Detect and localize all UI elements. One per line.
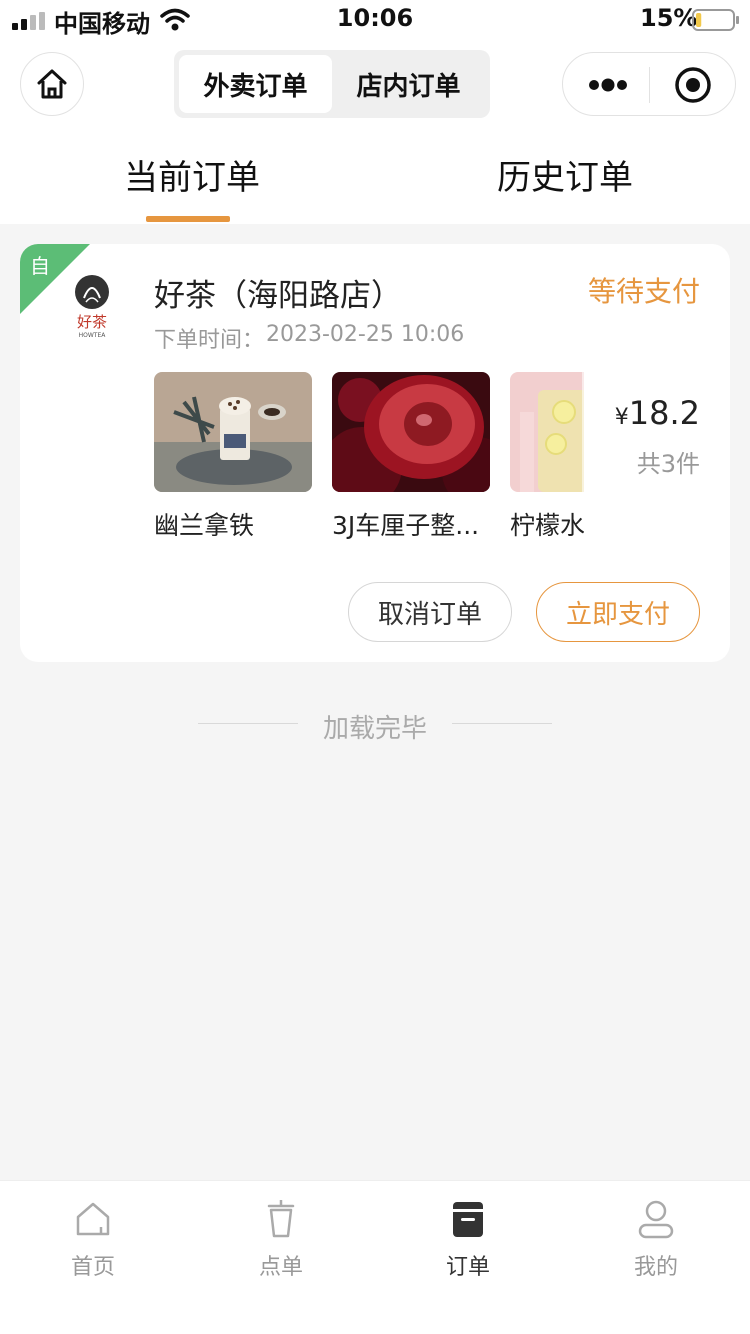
shop-logo-sub: HOWTEA — [79, 332, 107, 339]
clock: 10:06 — [336, 4, 414, 32]
tabbar-item-orders[interactable]: 订单 — [408, 1199, 528, 1281]
tabbar-item-profile[interactable]: 我的 — [596, 1199, 716, 1281]
price-summary: ¥18.2 共3件 — [582, 372, 730, 492]
cup-icon — [267, 1200, 295, 1238]
close-target-icon[interactable] — [673, 65, 713, 105]
bottom-tab-bar: 首页 点单 订单 我的 — [0, 1180, 750, 1334]
pay-now-button[interactable]: 立即支付 — [536, 582, 700, 642]
tabbar-label: 订单 — [445, 1255, 490, 1280]
order-type-switch: 外卖订单 店内订单 — [174, 50, 490, 118]
tab-history-orders[interactable]: 历史订单 — [497, 150, 633, 199]
home-button[interactable] — [20, 52, 84, 116]
cancel-order-button[interactable]: 取消订单 — [348, 582, 512, 642]
tabbar-label: 点单 — [258, 1255, 303, 1280]
segment-in-store-orders[interactable]: 店内订单 — [332, 55, 485, 113]
product-item[interactable]: 3J车厘子整... — [332, 372, 490, 542]
product-name: 3J车厘子整... — [332, 511, 480, 540]
product-name: 幽兰拿铁 — [154, 511, 255, 540]
load-complete-text: 加载完毕 — [322, 714, 427, 744]
product-list[interactable]: 幽兰拿铁 3J车厘子整... 柠檬水 — [154, 372, 584, 542]
product-image-latte — [154, 372, 312, 492]
tabbar-label: 首页 — [70, 1255, 115, 1280]
item-count: 共3件 — [636, 450, 700, 478]
more-icon[interactable] — [587, 71, 629, 99]
order-time-label: 下单时间： — [154, 328, 265, 353]
shop-logo: 好茶 HOWTEA — [66, 272, 118, 342]
tab-current-orders[interactable]: 当前订单 — [124, 150, 260, 199]
tabbar-label: 我的 — [633, 1255, 678, 1280]
order-tabs: 当前订单 历史订单 — [0, 132, 750, 224]
divider-line — [452, 723, 552, 724]
segment-delivery-orders[interactable]: 外卖订单 — [179, 55, 332, 113]
product-item[interactable]: 幽兰拿铁 — [154, 372, 312, 542]
order-list-icon — [453, 1202, 483, 1237]
product-image-cherry — [332, 372, 490, 492]
order-time: 2023-02-25 10:06 — [266, 322, 465, 347]
status-bar: 中国移动 10:06 15% — [0, 0, 750, 40]
navigation-bar: 外卖订单 店内订单 — [0, 40, 750, 132]
product-item[interactable]: 柠檬水 — [510, 372, 584, 542]
capsule-divider — [649, 67, 650, 103]
home-outline-icon — [76, 1202, 110, 1236]
shop-logo-brand: 好茶 — [77, 313, 107, 331]
currency-symbol: ¥ — [614, 405, 629, 430]
tabbar-item-menu[interactable]: 点单 — [221, 1199, 341, 1281]
shop-name[interactable]: 好茶（海阳路店） — [154, 270, 402, 315]
order-status: 等待支付 — [587, 275, 700, 308]
self-pickup-badge-text: 自 — [30, 254, 50, 278]
tabbar-item-home[interactable]: 首页 — [33, 1199, 153, 1281]
load-complete-indicator: 加载完毕 — [0, 700, 750, 746]
order-price: 18.2 — [628, 394, 700, 432]
product-name: 柠檬水 — [510, 511, 584, 540]
order-total: ¥18.2 — [615, 394, 700, 432]
user-icon — [638, 1200, 674, 1239]
order-card[interactable]: 自 好茶 HOWTEA 好茶（海阳路店） 等待支付 下单时间： 2023-02-… — [20, 244, 730, 662]
miniprogram-capsule — [562, 52, 736, 116]
product-image-lemonade — [510, 372, 584, 492]
battery-percent: 15% — [640, 4, 698, 32]
battery-icon — [692, 9, 739, 31]
active-tab-indicator — [146, 216, 230, 222]
home-icon — [37, 69, 67, 99]
